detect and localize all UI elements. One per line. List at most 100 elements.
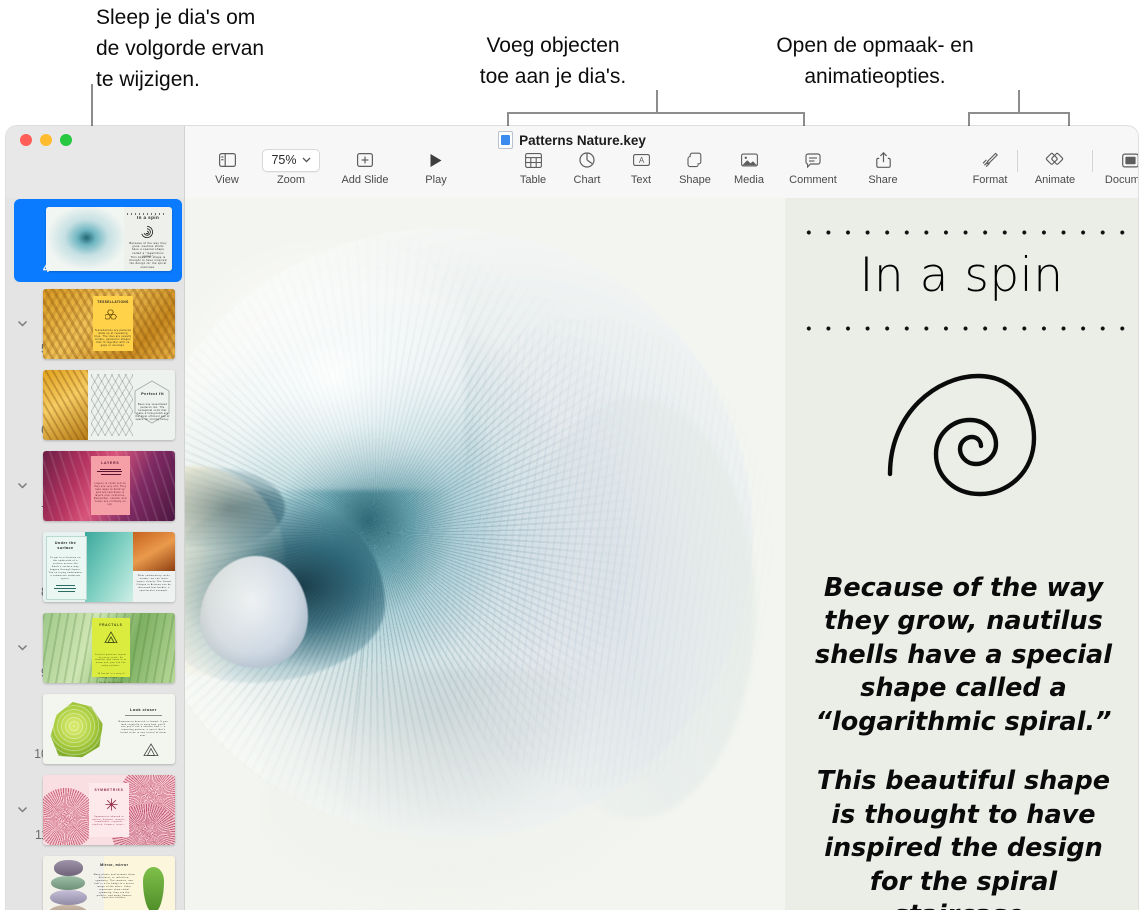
thumbnail-image-wrap: Perfect fit Bees use tessellated pattern… — [43, 370, 175, 440]
toolbar: Patterns Nature.key View — [6, 126, 1138, 198]
slide-thumbnail-7[interactable]: 7 LAYERS Layers in rocks tell us they ar… — [6, 445, 184, 526]
thumbnail-under-the-surface: Under the surface To get to a location o… — [43, 532, 175, 602]
thumb-title: Under the surface — [47, 541, 84, 550]
table-label: Table — [520, 174, 546, 186]
media-button[interactable]: Media — [722, 150, 776, 186]
slide-body-paragraph-1: Because of the way they grow, nautilus s… — [815, 573, 1112, 737]
document-title-text: Patterns Nature.key — [519, 133, 646, 148]
thumbnail-image-wrap: Mirror, mirror Many plants and animals s… — [43, 856, 175, 910]
toolbar-left-group: View 75% Zoom — [200, 150, 402, 186]
thumb-title: Mirror, mirror — [93, 863, 135, 868]
view-button[interactable]: View — [200, 150, 254, 186]
thumbnail-image-wrap: Look closer Romanesco broccoli is famed.… — [43, 694, 175, 764]
thumbnail-image-wrap: SYMMETRIES Symmetries abound in nature: … — [43, 775, 175, 845]
leader-line-sidebar — [91, 84, 93, 128]
thumb-title: SYMMETRIES — [89, 788, 129, 793]
text-button[interactable]: A Text — [614, 150, 668, 186]
slide-navigator[interactable]: 4 In a spin Because of the way they grow… — [6, 198, 185, 910]
toolbar-play-group: Play — [409, 150, 463, 186]
slide-thumbnail-6[interactable]: 6 Perfect fit Bees use tessellated patte… — [6, 364, 184, 445]
thumbnail-image-wrap: FRACTALS Fractal patterns repeat at ever… — [43, 613, 175, 683]
thumbnail-mirror-mirror: Mirror, mirror Many plants and animals s… — [43, 856, 175, 910]
play-button[interactable]: Play — [409, 150, 463, 186]
thumb-title: Look closer — [117, 708, 170, 713]
nautilus-shell-photo — [185, 198, 785, 910]
slide-thumbnail-4[interactable]: 4 In a spin Because of the way they grow… — [6, 198, 184, 283]
text-label: Text — [631, 174, 651, 186]
animate-button[interactable]: Animate — [1018, 150, 1092, 186]
thumbnail-nautilus: In a spin Because of the way they grow, … — [46, 207, 172, 271]
thumb-art: In a spin Because of the way they grow, … — [46, 207, 172, 271]
thumbnail-perfect-fit: Perfect fit Bees use tessellated pattern… — [43, 370, 175, 440]
zoom-label: Zoom — [277, 174, 305, 186]
leader-line-objects — [656, 90, 658, 114]
bracket-format-animate — [968, 112, 1070, 126]
thumbnail-image-wrap: TESSELLATIONS Tessellations are patterns… — [43, 289, 175, 359]
share-label: Share — [868, 174, 897, 186]
format-label: Format — [973, 174, 1008, 186]
view-label: View — [215, 174, 239, 186]
animate-label: Animate — [1035, 174, 1075, 186]
animate-diamonds-icon — [1045, 150, 1065, 170]
media-label: Media — [734, 174, 764, 186]
screenshot-root: Sleep je dia's om de volgorde ervan te w… — [0, 0, 1144, 910]
thumbnail-image-wrap: LAYERS Layers in rocks tell us they are … — [43, 451, 175, 521]
disclosure-chevron-icon[interactable] — [16, 317, 29, 330]
sidebar-icon — [219, 150, 236, 170]
callout-reorder-slides: Sleep je dia's om de volgorde ervan te w… — [96, 2, 356, 95]
shape-button[interactable]: Shape — [668, 150, 722, 186]
chevron-down-icon — [302, 157, 311, 163]
share-button[interactable]: Share — [856, 150, 910, 186]
keynote-window: Patterns Nature.key View — [6, 126, 1138, 910]
thumb-title: TESSELLATIONS — [93, 300, 133, 305]
slide-thumbnail-5[interactable]: 5 TESSELLATIONS Tessellations are patter… — [6, 283, 184, 364]
svg-text:A: A — [638, 156, 644, 165]
play-label: Play — [425, 174, 446, 186]
thumbnail-tessellations: TESSELLATIONS Tessellations are patterns… — [43, 289, 175, 359]
document-title-bar: Patterns Nature.key — [6, 131, 1138, 149]
slide-body-text: Because of the way they grow, nautilus s… — [807, 538, 1120, 910]
zoom-popup[interactable]: 75% — [262, 150, 319, 170]
slide-title: In a spin — [785, 248, 1138, 303]
current-slide[interactable]: In a spin Because of the way they grow, … — [185, 198, 1138, 910]
disclosure-chevron-icon[interactable] — [16, 641, 29, 654]
thumbnail-layers: LAYERS Layers in rocks tell us they are … — [43, 451, 175, 521]
format-paintbrush-icon — [982, 150, 999, 170]
slide-thumbnail-11[interactable]: 11 SYMMETRIES Symm — [6, 769, 184, 850]
leader-line-format — [1018, 90, 1020, 114]
zoom-value-pill[interactable]: 75% — [262, 149, 319, 172]
document-button[interactable]: Document — [1093, 150, 1138, 186]
play-triangle-icon — [429, 150, 443, 170]
thumbnail-symmetries: SYMMETRIES Symmetries abound in nature: … — [43, 775, 175, 845]
table-icon — [525, 150, 542, 170]
thumb-title: In a spin — [127, 216, 170, 221]
chart-button[interactable]: Chart — [560, 150, 614, 186]
callout-format-animate: Open de opmaak- en animatieopties. — [730, 30, 1020, 92]
slide-thumbnail-12[interactable]: 12 Mirror, mirror Many plants and animal… — [6, 850, 184, 910]
table-button[interactable]: Table — [506, 150, 560, 186]
disclosure-chevron-icon[interactable] — [16, 479, 29, 492]
thumb-title: LAYERS — [91, 461, 131, 466]
slide-thumbnail-8[interactable]: 8 Under the surface To get to a location… — [6, 526, 184, 607]
thumbnail-image-wrap: Under the surface To get to a location o… — [43, 532, 175, 602]
toolbar-share-group: Share — [856, 150, 910, 186]
thumb-title: FRACTALS — [92, 623, 130, 628]
slide-thumbnail-10[interactable]: 10 Look closer Romanesco broccoli is fam… — [6, 688, 184, 769]
plus-box-icon — [357, 150, 373, 170]
slide-text-column: In a spin Because of the way they grow, … — [785, 198, 1138, 910]
disclosure-chevron-icon[interactable] — [16, 803, 29, 816]
slide-canvas[interactable]: In a spin Because of the way they grow, … — [185, 198, 1138, 910]
text-box-icon: A — [633, 150, 650, 170]
add-slide-button[interactable]: Add Slide — [328, 150, 402, 186]
format-button[interactable]: Format — [963, 150, 1017, 186]
shape-label: Shape — [679, 174, 711, 186]
logarithmic-spiral-icon — [884, 370, 1040, 527]
slide-thumbnail-9[interactable]: 9 FRACTALS Fractal patterns repeat at ev… — [6, 607, 184, 688]
add-slide-label: Add Slide — [341, 174, 388, 186]
comment-label: Comment — [789, 174, 837, 186]
zoom-control[interactable]: 75% Zoom — [254, 150, 328, 186]
comment-button[interactable]: Comment — [776, 150, 850, 186]
thumbnail-image-wrap: In a spin Because of the way they grow, … — [46, 207, 172, 271]
shape-icon — [687, 150, 704, 170]
thumb-title: Perfect fit — [135, 392, 169, 397]
